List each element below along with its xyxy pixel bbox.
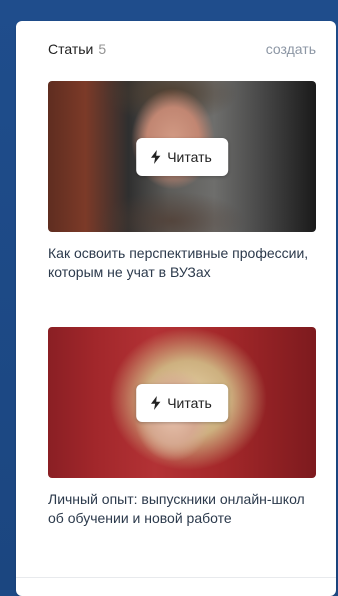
- article-title[interactable]: Личный опыт: выпускники онлайн-школ об о…: [48, 490, 316, 528]
- read-button[interactable]: Читать: [136, 383, 228, 422]
- article-thumbnail[interactable]: Читать: [48, 81, 316, 232]
- article-title[interactable]: Как освоить перспективные профессии, кот…: [48, 244, 316, 282]
- articles-card: Статьи 5 создать Читать Как освоить персп…: [16, 21, 336, 596]
- read-button[interactable]: Читать: [136, 137, 228, 176]
- articles-title-label: Статьи: [48, 41, 94, 57]
- article-item: Читать Как освоить перспективные професс…: [48, 81, 316, 282]
- article-item: Читать Личный опыт: выпускники онлайн-шк…: [48, 327, 316, 528]
- articles-header: Статьи 5 создать: [16, 21, 336, 77]
- read-button-label: Читать: [167, 394, 212, 411]
- create-article-link[interactable]: создать: [266, 41, 316, 57]
- articles-title[interactable]: Статьи 5: [48, 41, 106, 57]
- read-button-label: Читать: [167, 148, 212, 165]
- divider: [16, 577, 336, 578]
- lightning-icon: [151, 149, 161, 164]
- article-thumbnail[interactable]: Читать: [48, 327, 316, 478]
- articles-count: 5: [98, 41, 107, 57]
- lightning-icon: [151, 395, 161, 410]
